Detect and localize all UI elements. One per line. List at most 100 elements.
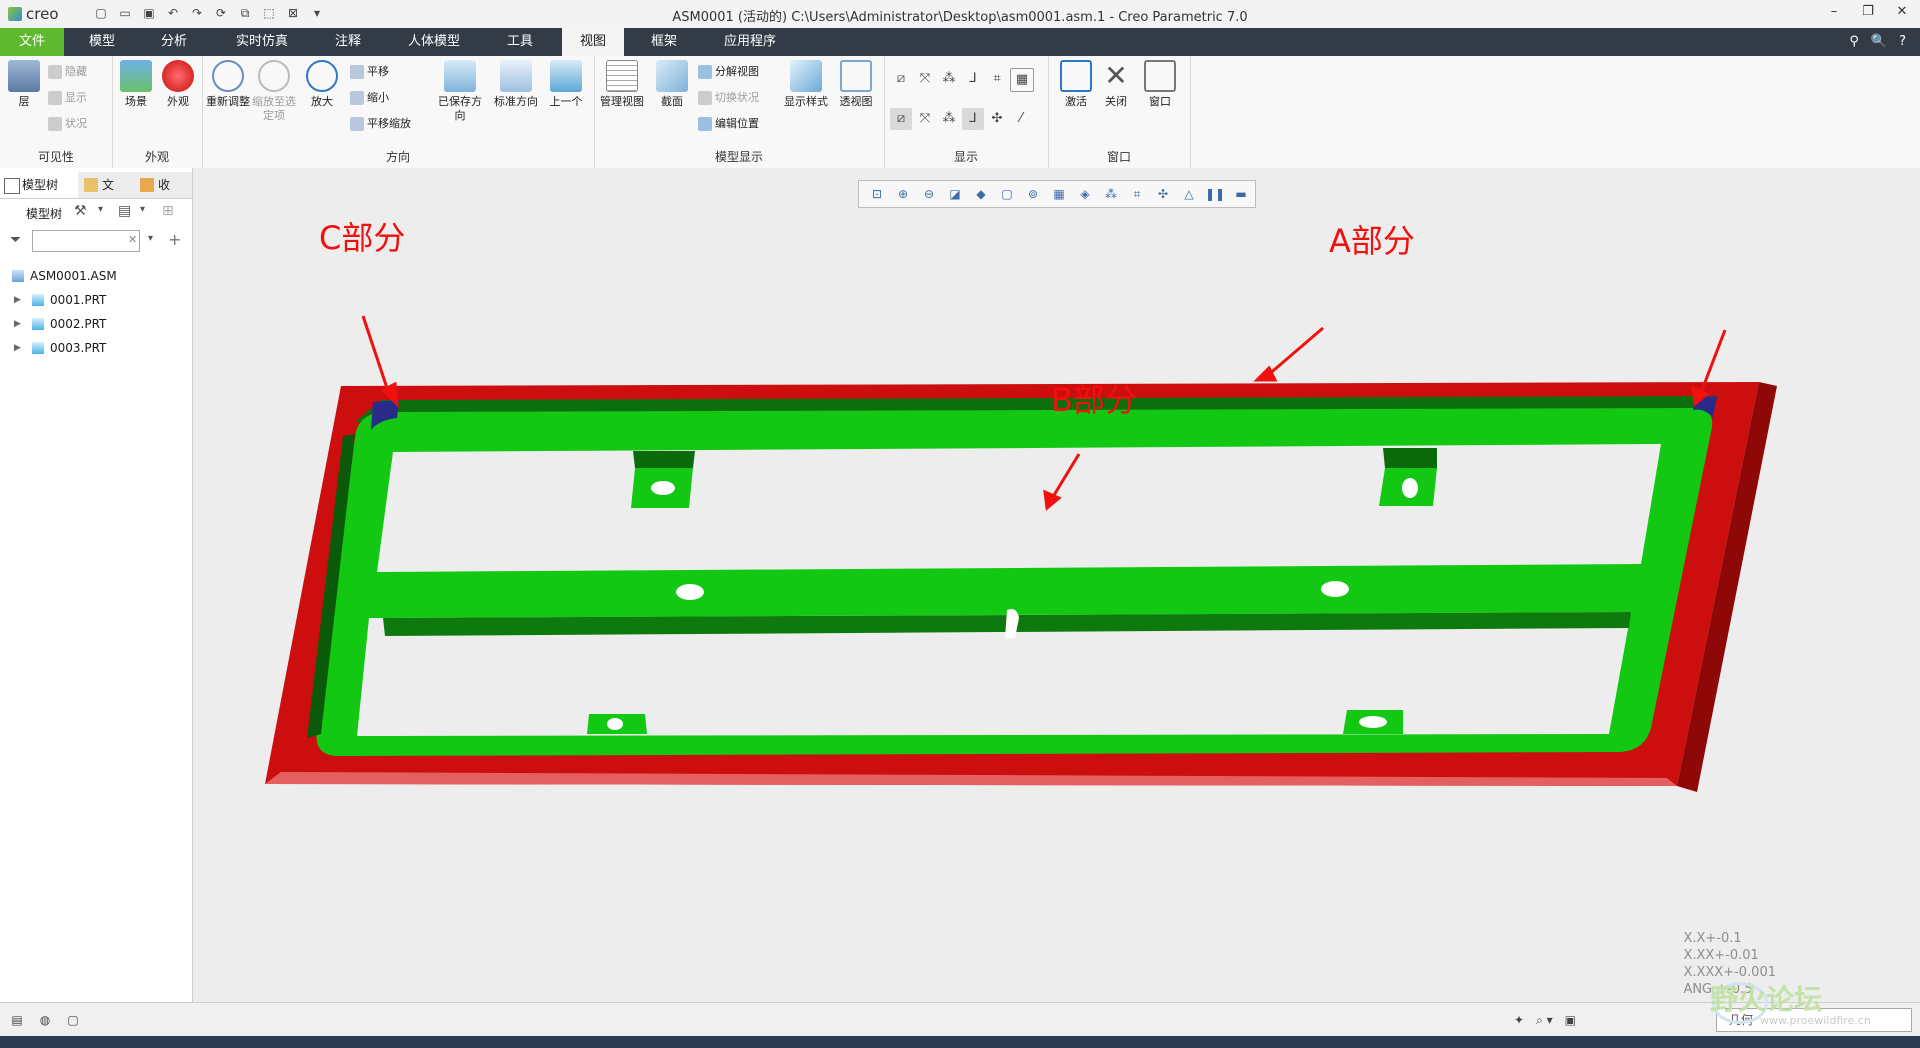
show-options-icon[interactable]: ▤: [118, 203, 131, 219]
tab-annotate[interactable]: 注释: [318, 28, 378, 56]
toggle-status-button[interactable]: 切换状况: [698, 88, 759, 108]
model-render[interactable]: [193, 168, 1920, 1002]
refit-button[interactable]: 重新调整: [206, 60, 250, 109]
expand-arrow-icon[interactable]: ▶: [14, 288, 21, 312]
zoom-out-icon[interactable]: ⊖: [919, 184, 939, 204]
datum-points-icon[interactable]: ⁂: [938, 68, 960, 90]
regen-status-icon[interactable]: ✦: [1514, 1009, 1524, 1031]
settings-icon[interactable]: ⚲: [1849, 34, 1859, 49]
saved-orientations-icon[interactable]: ▢: [997, 184, 1017, 204]
close-window-button[interactable]: ✕ 关闭: [1094, 60, 1138, 109]
selection-buffer-icon[interactable]: ▣: [1565, 1009, 1576, 1031]
datum-display-icon[interactable]: ⁂: [1101, 184, 1121, 204]
tab-tools[interactable]: 工具: [490, 28, 550, 56]
tab-upper-left-wall: [633, 451, 695, 468]
expand-arrow-icon[interactable]: ▶: [14, 336, 21, 360]
add-filter-icon[interactable]: +: [168, 230, 181, 249]
tab-applications[interactable]: 应用程序: [712, 28, 788, 56]
show-button[interactable]: 显示: [48, 88, 87, 108]
tab-manikin[interactable]: 人体模型: [392, 28, 476, 56]
ribbon: 层 隐藏 显示 状况 可见性 场景 外观 外观 重新调整 缩放至选定项 放大 平…: [0, 56, 1920, 169]
repaint-icon[interactable]: ◪: [945, 184, 965, 204]
tree-item-assembly[interactable]: ASM0001.ASM: [0, 264, 192, 288]
show-options-dropdown-icon[interactable]: ▾: [140, 204, 145, 215]
activate-button[interactable]: 激活: [1054, 60, 1098, 109]
minimize-button[interactable]: –: [1824, 4, 1844, 19]
tree-item-part[interactable]: ▶ 0002.PRT: [0, 312, 192, 336]
tab-simulation[interactable]: 实时仿真: [220, 28, 304, 56]
filter-funnel-icon[interactable]: ⏷: [10, 232, 21, 248]
windows-button[interactable]: 窗口: [1138, 60, 1182, 109]
coordinate-systems-icon[interactable]: ⅃: [962, 68, 984, 90]
search-icon[interactable]: 🔍: [1871, 34, 1887, 49]
show-icon: [48, 91, 62, 105]
tab-favorites[interactable]: 收: [136, 172, 198, 198]
tree-search-input[interactable]: [32, 230, 140, 252]
manage-views-button[interactable]: 管理视图: [596, 60, 648, 109]
saved-orientation-button[interactable]: 已保存方向: [434, 60, 486, 123]
maximize-button[interactable]: ❐: [1858, 4, 1878, 19]
tab-framework[interactable]: 框架: [634, 28, 694, 56]
axis-display-icon[interactable]: ⤧: [914, 108, 936, 130]
plane-display-icon[interactable]: ⧄: [890, 108, 912, 130]
csys-display-icon[interactable]: ⅃: [962, 108, 984, 130]
tab-file[interactable]: 文件: [0, 28, 64, 56]
standard-orientation-button[interactable]: 标准方向: [490, 60, 542, 109]
tab-folder-browser[interactable]: 文: [80, 172, 142, 198]
view-manager-icon[interactable]: ⊚: [1023, 184, 1043, 204]
tab-model-tree[interactable]: 模型树: [0, 172, 78, 198]
display-style-button[interactable]: 显示样式: [780, 60, 832, 109]
full-screen-icon[interactable]: ▢: [64, 1011, 82, 1029]
layer-button[interactable]: 层: [2, 60, 46, 109]
annotation-display-icon[interactable]: ⌗: [1127, 184, 1147, 204]
close-button[interactable]: ✕: [1892, 4, 1912, 19]
spin-center-icon[interactable]: ✣: [986, 108, 1008, 130]
annotation-c: C部分: [319, 219, 406, 257]
perspective-button[interactable]: 透视图: [834, 60, 878, 109]
annotation-display-icon[interactable]: ⁄: [1010, 108, 1032, 130]
datum-planes-icon[interactable]: ⧄: [890, 68, 912, 90]
dimension-tags-icon[interactable]: ▦: [1010, 68, 1034, 92]
section-button[interactable]: 截面: [650, 60, 694, 109]
previous-button[interactable]: 上一个: [544, 60, 588, 109]
appearance-icon[interactable]: △: [1179, 184, 1199, 204]
plane-tags-icon[interactable]: ⌗: [986, 68, 1008, 90]
refit-icon[interactable]: ⊡: [867, 184, 887, 204]
clear-search-icon[interactable]: ✕: [128, 233, 137, 246]
zoom-to-selected-button[interactable]: 缩放至选定项: [252, 60, 296, 123]
tab-view[interactable]: 视图: [562, 28, 624, 56]
zoom-in-icon[interactable]: ⊕: [893, 184, 913, 204]
zoom-in-button[interactable]: 放大: [300, 60, 344, 109]
pause-icon[interactable]: ❚❚: [1205, 184, 1225, 204]
graphics-viewport[interactable]: C部分 A部分 B部分: [193, 168, 1920, 1002]
edit-position-button[interactable]: 编辑位置: [698, 114, 759, 134]
explode-view-button[interactable]: 分解视图: [698, 62, 759, 82]
section-icon[interactable]: ◈: [1075, 184, 1095, 204]
datum-axes-icon[interactable]: ⤧: [914, 68, 936, 90]
tree-item-part[interactable]: ▶ 0003.PRT: [0, 336, 192, 360]
appearance-button[interactable]: 外观: [156, 60, 200, 109]
zoom-out-button[interactable]: 缩小: [350, 88, 389, 108]
tree-settings-icon[interactable]: ⚒: [74, 203, 87, 219]
tab-analysis[interactable]: 分析: [144, 28, 204, 56]
search-dropdown-icon[interactable]: ▾: [148, 233, 153, 244]
scene-button[interactable]: 场景: [114, 60, 158, 109]
help-icon[interactable]: ?: [1899, 34, 1906, 49]
hide-button[interactable]: 隐藏: [48, 62, 87, 82]
find-icon[interactable]: ⌕ ▾: [1536, 1009, 1553, 1031]
browser-toggle-icon[interactable]: ◍: [36, 1011, 54, 1029]
perspective-icon[interactable]: ▦: [1049, 184, 1069, 204]
point-display-icon[interactable]: ⁂: [938, 108, 960, 130]
navigator-toggle-icon[interactable]: ▤: [8, 1011, 26, 1029]
pan-button[interactable]: 平移: [350, 62, 389, 82]
expand-arrow-icon[interactable]: ▶: [14, 312, 21, 336]
display-style-icon[interactable]: ◆: [971, 184, 991, 204]
tree-settings-dropdown-icon[interactable]: ▾: [98, 204, 103, 215]
tree-item-part[interactable]: ▶ 0001.PRT: [0, 288, 192, 312]
spin-center-icon[interactable]: ✣: [1153, 184, 1173, 204]
animate-icon[interactable]: ▬: [1231, 184, 1251, 204]
tab-model[interactable]: 模型: [72, 28, 132, 56]
tree-filter-icon[interactable]: ⊞: [162, 203, 174, 219]
status-button[interactable]: 状况: [48, 114, 87, 134]
pan-zoom-button[interactable]: 平移缩放: [350, 114, 411, 134]
